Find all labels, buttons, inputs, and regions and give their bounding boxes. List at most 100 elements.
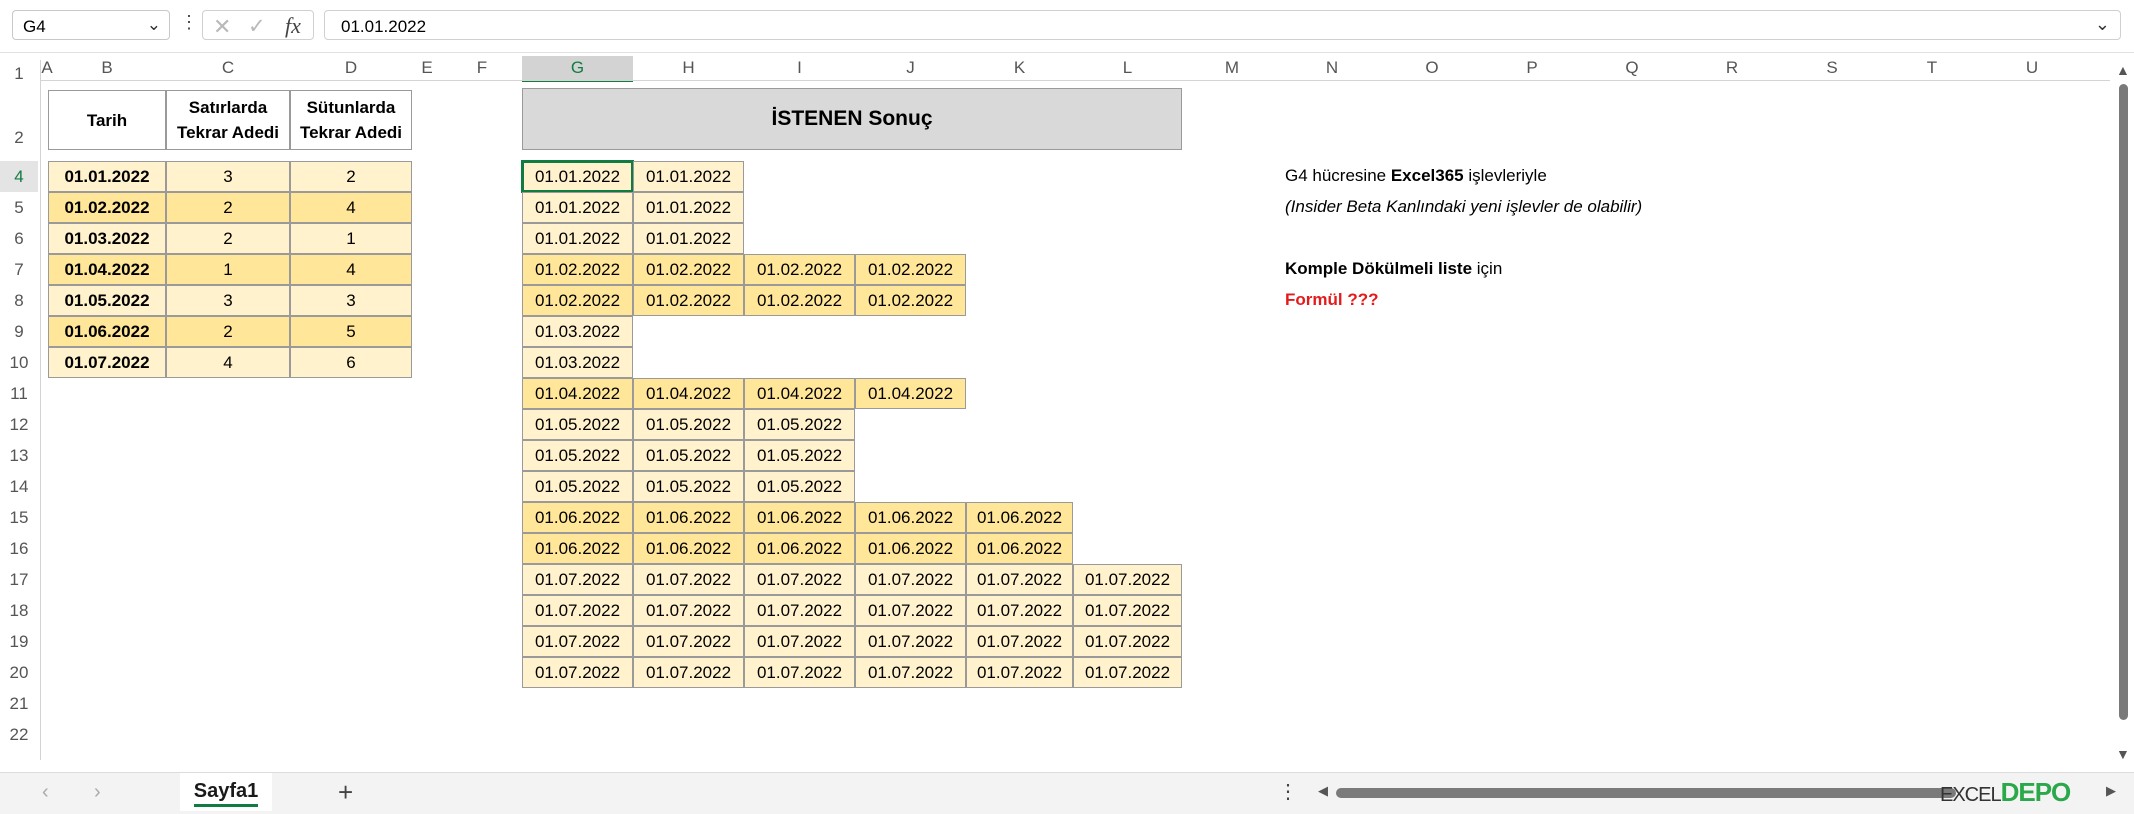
result-cell[interactable]: 01.07.2022 xyxy=(855,595,966,626)
vertical-scrollbar[interactable]: ▲ ▼ xyxy=(2112,62,2134,772)
result-cell[interactable]: 01.07.2022 xyxy=(1073,626,1182,657)
result-cell[interactable]: 01.02.2022 xyxy=(522,254,633,285)
result-cell[interactable]: 01.07.2022 xyxy=(855,626,966,657)
table-cell[interactable]: 01.02.2022 xyxy=(48,192,166,223)
note-line-2[interactable]: (Insider Beta Kanlındaki yeni işlevler d… xyxy=(1285,197,1642,217)
row-header-6[interactable]: 6 xyxy=(0,223,38,254)
column-header-o[interactable]: O xyxy=(1382,56,1482,81)
result-cell[interactable]: 01.07.2022 xyxy=(633,595,744,626)
formula-input[interactable]: 01.01.2022 ⌄ xyxy=(324,10,2121,40)
result-cell[interactable]: 01.02.2022 xyxy=(744,285,855,316)
result-cell[interactable]: 01.07.2022 xyxy=(744,595,855,626)
row-header-15[interactable]: 15 xyxy=(0,502,38,533)
result-cell[interactable]: 01.02.2022 xyxy=(633,254,744,285)
result-cell[interactable]: 01.04.2022 xyxy=(633,378,744,409)
column-header-n[interactable]: N xyxy=(1282,56,1382,81)
note-line-1[interactable]: G4 hücresine Excel365 işlevleriyle xyxy=(1285,166,1547,186)
column-header-g[interactable]: G xyxy=(522,56,633,82)
table-cell[interactable]: 1 xyxy=(290,223,412,254)
sheet-tab-sayfa1[interactable]: Sayfa1 xyxy=(180,773,272,811)
row-header-16[interactable]: 16 xyxy=(0,533,38,564)
result-cell[interactable]: 01.06.2022 xyxy=(744,533,855,564)
row-header-8[interactable]: 8 xyxy=(0,285,38,316)
result-cell[interactable]: 01.06.2022 xyxy=(744,502,855,533)
result-cell[interactable]: 01.05.2022 xyxy=(744,409,855,440)
table-cell[interactable]: 01.01.2022 xyxy=(48,161,166,192)
result-cell[interactable]: 01.02.2022 xyxy=(855,254,966,285)
column-header-i[interactable]: I xyxy=(744,56,855,81)
chevron-right-icon[interactable]: › xyxy=(94,781,101,804)
row-header-9[interactable]: 9 xyxy=(0,316,38,347)
row-header-2[interactable]: 2 xyxy=(0,88,38,150)
table-cell[interactable]: 3 xyxy=(166,285,290,316)
scroll-right-icon[interactable]: ▶ xyxy=(2106,783,2116,799)
column-header-s[interactable]: S xyxy=(1782,56,1882,81)
result-cell[interactable]: 01.07.2022 xyxy=(1073,657,1182,688)
table-cell[interactable]: 3 xyxy=(166,161,290,192)
result-cell[interactable]: 01.01.2022 xyxy=(633,192,744,223)
table-cell[interactable]: 01.04.2022 xyxy=(48,254,166,285)
table-cell[interactable]: 01.03.2022 xyxy=(48,223,166,254)
result-cell[interactable]: 01.06.2022 xyxy=(633,533,744,564)
column-header-b[interactable]: B xyxy=(48,56,166,81)
cancel-icon[interactable]: ✕ xyxy=(213,14,231,40)
result-cell[interactable]: 01.07.2022 xyxy=(744,564,855,595)
table-cell[interactable]: 4 xyxy=(166,347,290,378)
scroll-down-icon[interactable]: ▼ xyxy=(2116,746,2130,762)
vertical-scroll-thumb[interactable] xyxy=(2119,84,2128,720)
column-header-l[interactable]: L xyxy=(1073,56,1182,81)
note-line-3[interactable]: Komple Dökülmeli liste için xyxy=(1285,259,1502,279)
column-header-h[interactable]: H xyxy=(633,56,744,81)
result-cell[interactable]: 01.01.2022 xyxy=(522,223,633,254)
column-header-c[interactable]: C xyxy=(166,56,290,81)
table-cell[interactable]: 4 xyxy=(290,254,412,285)
enter-icon[interactable]: ✓ xyxy=(248,14,266,39)
column-header-t[interactable]: T xyxy=(1882,56,1982,81)
table-cell[interactable]: 2 xyxy=(290,161,412,192)
row-header-7[interactable]: 7 xyxy=(0,254,38,285)
row-header-19[interactable]: 19 xyxy=(0,626,38,657)
table-cell[interactable]: 01.05.2022 xyxy=(48,285,166,316)
result-cell[interactable]: 01.06.2022 xyxy=(966,502,1073,533)
result-cell[interactable]: 01.01.2022 xyxy=(521,160,634,193)
row-header-11[interactable]: 11 xyxy=(0,378,38,409)
result-cell[interactable]: 01.04.2022 xyxy=(522,378,633,409)
column-header-r[interactable]: R xyxy=(1682,56,1782,81)
result-cell[interactable]: 01.07.2022 xyxy=(744,657,855,688)
note-line-4[interactable]: Formül ??? xyxy=(1285,290,1378,310)
result-cell[interactable]: 01.01.2022 xyxy=(633,161,744,192)
column-header-p[interactable]: P xyxy=(1482,56,1582,81)
result-cell[interactable]: 01.02.2022 xyxy=(855,285,966,316)
table-cell[interactable]: 3 xyxy=(290,285,412,316)
table-cell[interactable]: 2 xyxy=(166,192,290,223)
column-header-u[interactable]: U xyxy=(1982,56,2082,81)
insert-function-icon[interactable]: fx xyxy=(285,13,301,39)
more-options-icon[interactable]: ⋮ xyxy=(1278,779,1298,804)
result-cell[interactable]: 01.06.2022 xyxy=(855,502,966,533)
result-cell[interactable]: 01.01.2022 xyxy=(522,192,633,223)
chevron-left-icon[interactable]: ‹ xyxy=(42,781,49,804)
column-header-j[interactable]: J xyxy=(855,56,966,81)
result-cell[interactable]: 01.04.2022 xyxy=(744,378,855,409)
result-cell[interactable]: 01.07.2022 xyxy=(966,564,1073,595)
result-cell[interactable]: 01.05.2022 xyxy=(633,471,744,502)
add-sheet-icon[interactable]: + xyxy=(338,777,353,808)
result-cell[interactable]: 01.02.2022 xyxy=(744,254,855,285)
result-cell[interactable]: 01.05.2022 xyxy=(522,440,633,471)
row-header-22[interactable]: 22 xyxy=(0,719,38,750)
table-cell[interactable]: 1 xyxy=(166,254,290,285)
table-cell[interactable]: 2 xyxy=(166,316,290,347)
result-cell[interactable]: 01.07.2022 xyxy=(522,595,633,626)
row-header-18[interactable]: 18 xyxy=(0,595,38,626)
table-cell[interactable]: 4 xyxy=(290,192,412,223)
result-cell[interactable]: 01.03.2022 xyxy=(522,347,633,378)
result-cell[interactable]: 01.05.2022 xyxy=(744,440,855,471)
result-cell[interactable]: 01.05.2022 xyxy=(633,440,744,471)
row-header-10[interactable]: 10 xyxy=(0,347,38,378)
table-cell[interactable]: 2 xyxy=(166,223,290,254)
result-cell[interactable]: 01.02.2022 xyxy=(633,285,744,316)
result-cell[interactable]: 01.06.2022 xyxy=(633,502,744,533)
more-options-icon[interactable]: ⋮ xyxy=(180,12,198,33)
table-cell[interactable]: 01.06.2022 xyxy=(48,316,166,347)
column-header-k[interactable]: K xyxy=(966,56,1073,81)
